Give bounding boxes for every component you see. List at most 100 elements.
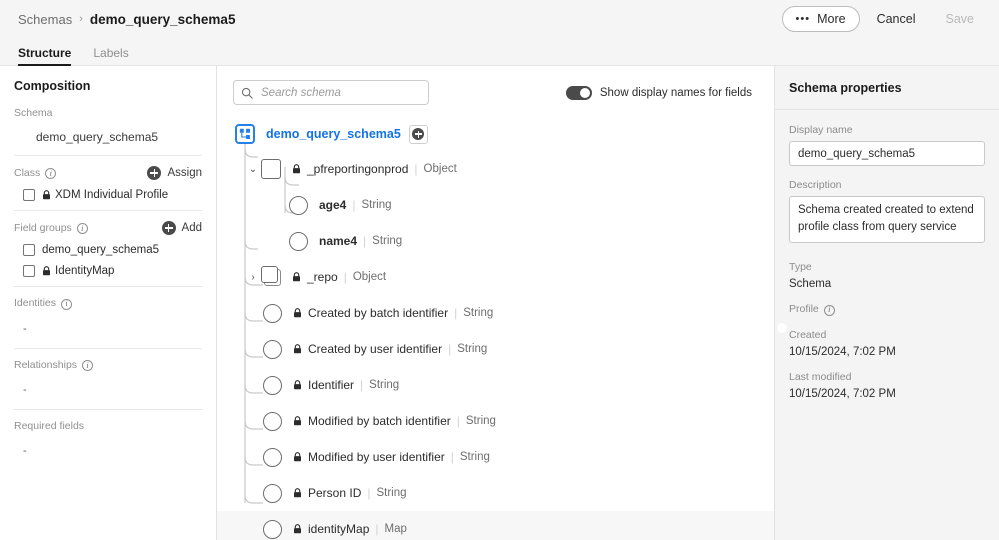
last-modified-value: 10/15/2024, 7:02 PM	[789, 387, 896, 400]
profile-field-group: Profile i	[789, 303, 985, 316]
tree-row-name: identityMap	[308, 522, 370, 536]
profile-label: Profile i	[789, 303, 985, 316]
breadcrumb-schemas-link[interactable]: Schemas	[18, 12, 72, 27]
info-icon[interactable]: i	[823, 304, 835, 316]
lock-icon	[294, 344, 301, 354]
schema-label: Schema	[14, 107, 53, 119]
description-label: Description	[789, 179, 842, 191]
tree-row-field[interactable]: Person ID | String	[217, 475, 774, 511]
identities-label: Identities i	[14, 297, 73, 310]
lock-icon	[293, 164, 300, 174]
tree-row-object[interactable]: › _repo | Object	[217, 259, 774, 295]
lock-icon	[294, 452, 301, 462]
tree-row-name: Created by user identifier	[308, 342, 443, 356]
field-group-checkbox[interactable]	[23, 265, 35, 277]
tree-row-name: _pfreportingonprod	[307, 162, 409, 176]
add-field-group-button[interactable]: Add	[161, 221, 202, 235]
search-schema-wrapper	[233, 80, 429, 105]
schema-root-icon	[235, 124, 255, 144]
required-fields-value: -	[23, 445, 27, 457]
class-item[interactable]: XDM Individual Profile	[14, 180, 202, 201]
tree-row-field[interactable]: identityMap | Map	[217, 511, 774, 540]
relationships-label: Relationships i	[14, 359, 94, 371]
breadcrumb: Schemas › demo_query_schema5	[18, 12, 235, 27]
tab-labels[interactable]: Labels	[93, 46, 128, 65]
field-node-icon	[289, 231, 308, 251]
tree-row-type: String	[361, 199, 392, 211]
info-icon[interactable]: i	[61, 298, 73, 310]
class-checkbox[interactable]	[23, 189, 35, 201]
cancel-button[interactable]: Cancel	[864, 6, 929, 32]
created-value: 10/15/2024, 7:02 PM	[789, 345, 896, 358]
divider: |	[450, 450, 454, 464]
tree-row-object[interactable]: ⌄ _pfreportingonprod | Object	[217, 151, 774, 187]
show-display-names-label: Show display names for fields	[599, 86, 752, 99]
class-item-text: XDM Individual Profile	[42, 189, 168, 201]
description-field-group: Description Schema created created to ex…	[789, 179, 985, 248]
type-label: Type	[789, 261, 812, 273]
field-group-checkbox[interactable]	[23, 244, 35, 256]
created-label: Created	[789, 328, 827, 341]
tree-row-name: Identifier	[308, 378, 355, 392]
required-fields-label: Required fields	[14, 420, 85, 432]
search-input[interactable]	[233, 80, 429, 105]
divider: |	[448, 342, 452, 356]
tree-row-label-wrap: Modified by user identifier | String	[293, 450, 490, 464]
tree-row-field[interactable]: name4 | String	[217, 223, 774, 259]
info-icon[interactable]: i	[82, 360, 94, 371]
last-modified-label: Last modified	[789, 370, 852, 383]
tree-row-field[interactable]: Created by user identifier | String	[217, 331, 774, 367]
tree-row-field[interactable]: Identifier | String	[217, 367, 774, 403]
tab-structure[interactable]: Structure	[18, 46, 72, 66]
more-button[interactable]: ••• More	[781, 6, 860, 32]
lock-icon	[294, 380, 301, 390]
show-display-names-toggle[interactable]	[565, 85, 592, 100]
properties-title: Schema properties	[775, 66, 999, 110]
tree-row-type: String	[465, 415, 496, 427]
lock-icon	[294, 488, 301, 498]
tree-row-field[interactable]: Modified by user identifier | String	[217, 439, 774, 475]
field-group-item-label: IdentityMap	[55, 265, 115, 277]
more-dots-icon: •••	[795, 12, 811, 25]
lock-icon	[43, 266, 50, 276]
field-group-item[interactable]: demo_query_schema5	[14, 235, 202, 256]
tree-row-type: String	[459, 451, 490, 463]
save-button[interactable]: Save	[933, 6, 988, 32]
chevron-right-icon[interactable]: ›	[247, 272, 259, 283]
schema-editor-app: Schemas › demo_query_schema5 ••• More Ca…	[0, 0, 999, 540]
tree-row-field[interactable]: Created by batch identifier | String	[217, 295, 774, 331]
add-field-button[interactable]	[408, 124, 428, 144]
field-group-item[interactable]: IdentityMap	[14, 256, 202, 277]
display-name-input[interactable]	[789, 141, 985, 166]
display-name-label: Display name	[789, 124, 853, 136]
tree-row-name: Person ID	[308, 486, 362, 500]
field-group-item-text: IdentityMap	[42, 265, 114, 277]
info-icon[interactable]: i	[76, 223, 88, 235]
chevron-down-icon[interactable]: ⌄	[247, 164, 259, 175]
assign-class-button[interactable]: Assign	[147, 166, 202, 180]
tree-row-label-wrap: identityMap | Map	[293, 522, 407, 536]
canvas-toolbar: Show display names for fields	[217, 66, 774, 105]
main-body: Composition Schema demo_query_schema5 Cl…	[0, 65, 999, 540]
tree-row-label-wrap: Created by batch identifier | String	[293, 306, 493, 320]
last-modified-field-group: Last modified 10/15/2024, 7:02 PM	[789, 371, 985, 400]
sidebar-section-field-groups: Field groups i Add demo_query_schema5 Id…	[14, 210, 202, 286]
identities-header-row: Identities i	[14, 297, 202, 310]
breadcrumb-separator-icon: ›	[79, 13, 83, 25]
relationships-header-row: Relationships i	[14, 359, 202, 371]
tree-row-name: name4	[319, 234, 358, 248]
field-node-icon	[263, 303, 282, 323]
tree-root-name[interactable]: demo_query_schema5	[266, 127, 401, 141]
field-node-icon	[263, 411, 282, 431]
relationships-value: -	[23, 384, 27, 396]
info-icon[interactable]: i	[45, 168, 57, 180]
tree-row-field[interactable]: Modified by batch identifier | String	[217, 403, 774, 439]
tree-row-field[interactable]: age4 | String	[217, 187, 774, 223]
field-node-icon	[263, 519, 282, 539]
composition-title: Composition	[14, 79, 91, 93]
lock-icon	[43, 190, 50, 200]
field-node-icon	[263, 483, 282, 503]
tree-row-root[interactable]: demo_query_schema5	[217, 117, 774, 151]
field-node-icon	[289, 195, 308, 215]
description-textarea[interactable]: Schema created created to extend profile…	[789, 196, 985, 243]
